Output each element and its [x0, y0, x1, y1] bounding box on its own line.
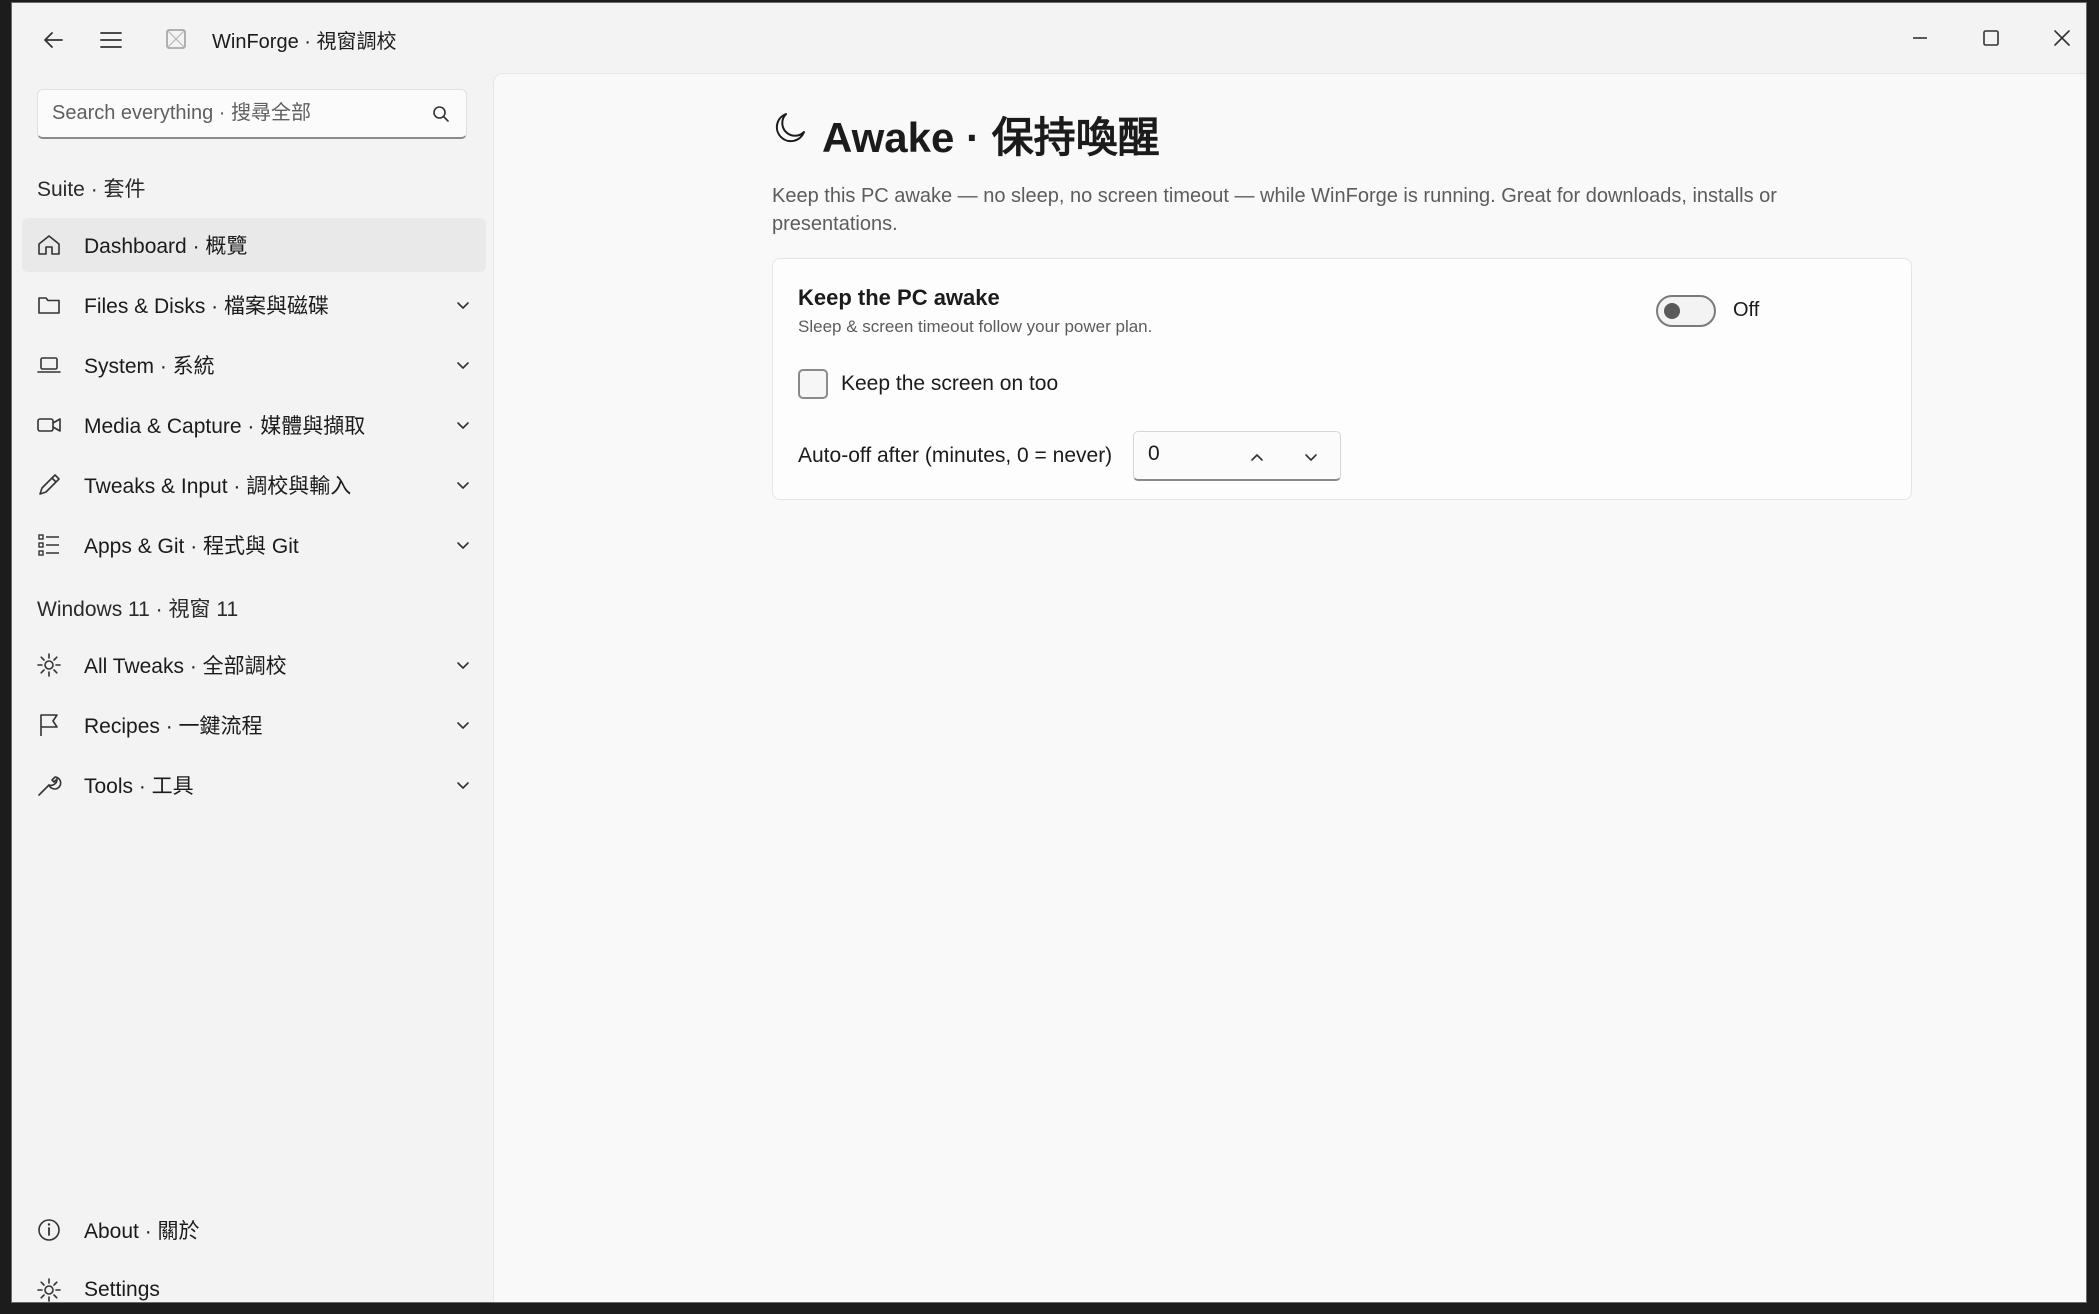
search-input[interactable]: [52, 102, 430, 125]
sidebar-item-dashboard[interactable]: Dashboard · 概覽: [22, 218, 486, 272]
menu-button[interactable]: [88, 17, 134, 63]
awake-settings-card: Keep the PC awake Sleep & screen timeout…: [772, 258, 1912, 500]
sidebar-item-label: Settings: [84, 1278, 160, 1301]
page-description: Keep this PC awake — no sleep, no screen…: [772, 185, 1777, 235]
app-logo-icon: [164, 27, 188, 51]
auto-off-number-box: [1133, 431, 1341, 481]
chevron-down-icon[interactable]: [454, 656, 472, 674]
info-icon: [36, 1217, 62, 1243]
sidebar-item-system[interactable]: System · 系統: [22, 338, 486, 392]
sidebar-item-apps-git[interactable]: Apps & Git · 程式與 Git: [22, 518, 486, 572]
sidebar-item-media-capture[interactable]: Media & Capture · 媒體與擷取: [22, 398, 486, 452]
app-window: WinForge · 視窗調校 Suite · 套件: [11, 2, 2087, 1303]
flag-icon: [36, 712, 62, 738]
sidebar-item-label: About · 關於: [84, 1220, 200, 1243]
sidebar-item-label: Files & Disks · 檔案與磁碟: [84, 295, 330, 318]
close-button[interactable]: [2034, 17, 2086, 59]
maximize-button[interactable]: [1963, 17, 2019, 59]
sidebar-item-label: Apps & Git · 程式與 Git: [84, 535, 299, 558]
hamburger-icon: [100, 31, 122, 49]
sidebar-item-about[interactable]: About · 關於: [22, 1203, 486, 1257]
auto-off-input[interactable]: [1148, 442, 1238, 466]
keep-screen-on-label[interactable]: Keep the screen on too: [841, 372, 1058, 396]
keep-awake-toggle[interactable]: [1656, 295, 1716, 327]
keep-screen-on-checkbox[interactable]: [798, 369, 828, 399]
search-box: [37, 89, 467, 139]
toggle-knob: [1664, 303, 1680, 319]
chevron-down-icon[interactable]: [1298, 444, 1324, 470]
search-icon[interactable]: [430, 103, 452, 125]
chevron-down-icon[interactable]: [454, 476, 472, 494]
sidebar-item-label: All Tweaks · 全部調校: [84, 655, 287, 678]
sidebar-item-label: Tweaks & Input · 調校與輸入: [84, 475, 352, 498]
sidebar-item-tweaks-input[interactable]: Tweaks & Input · 調校與輸入: [22, 458, 486, 512]
chevron-down-icon[interactable]: [454, 716, 472, 734]
wrench-icon: [36, 772, 62, 798]
sidebar-item-label: Recipes · 一鍵流程: [84, 715, 263, 738]
card-title: Keep the PC awake: [798, 285, 1000, 310]
laptop-icon: [36, 352, 62, 378]
sidebar-item-tools[interactable]: Tools · 工具: [22, 758, 486, 812]
section-header-suite: Suite · 套件: [37, 178, 146, 201]
chevron-down-icon[interactable]: [454, 416, 472, 434]
auto-off-label: Auto-off after (minutes, 0 = never): [798, 444, 1113, 467]
video-camera-icon: [36, 412, 62, 438]
moon-icon: [772, 110, 808, 146]
chevron-down-icon[interactable]: [454, 356, 472, 374]
close-icon: [2053, 29, 2071, 47]
sidebar-item-all-tweaks[interactable]: All Tweaks · 全部調校: [22, 638, 486, 692]
minimize-button[interactable]: [1892, 17, 1948, 59]
gear-icon: [36, 652, 62, 678]
page-title: Awake · 保持喚醒: [822, 114, 1160, 161]
chevron-down-icon[interactable]: [454, 296, 472, 314]
sidebar-item-label: Dashboard · 概覽: [84, 235, 248, 258]
gear-icon: [36, 1277, 62, 1302]
list-icon: [36, 532, 62, 558]
sidebar: Suite · 套件 Dashboard · 概覽 Files & Disks …: [12, 73, 492, 1302]
chevron-down-icon[interactable]: [454, 776, 472, 794]
maximize-icon: [1982, 29, 2000, 47]
toggle-state-label: Off: [1733, 299, 1760, 321]
folder-icon: [36, 292, 62, 318]
sidebar-item-label: Media & Capture · 媒體與擷取: [84, 415, 366, 438]
pen-icon: [36, 472, 62, 498]
back-button[interactable]: [30, 17, 76, 63]
main-content: Awake · 保持喚醒 Keep this PC awake — no sle…: [493, 73, 2086, 1302]
title-bar: WinForge · 視窗調校: [12, 3, 2086, 73]
card-subtitle: Sleep & screen timeout follow your power…: [798, 317, 1153, 336]
sidebar-item-settings[interactable]: Settings: [22, 1263, 486, 1302]
sidebar-item-label: System · 系統: [84, 355, 215, 378]
sidebar-item-recipes[interactable]: Recipes · 一鍵流程: [22, 698, 486, 752]
chevron-down-icon[interactable]: [454, 536, 472, 554]
chevron-up-icon[interactable]: [1244, 444, 1270, 470]
minimize-icon: [1911, 29, 1929, 47]
sidebar-item-files-disks[interactable]: Files & Disks · 檔案與磁碟: [22, 278, 486, 332]
home-icon: [36, 232, 62, 258]
section-header-windows: Windows 11 · 視窗 11: [37, 598, 239, 621]
sidebar-item-label: Tools · 工具: [84, 775, 194, 798]
window-title: WinForge · 視窗調校: [212, 31, 397, 53]
back-arrow-icon: [42, 29, 64, 51]
